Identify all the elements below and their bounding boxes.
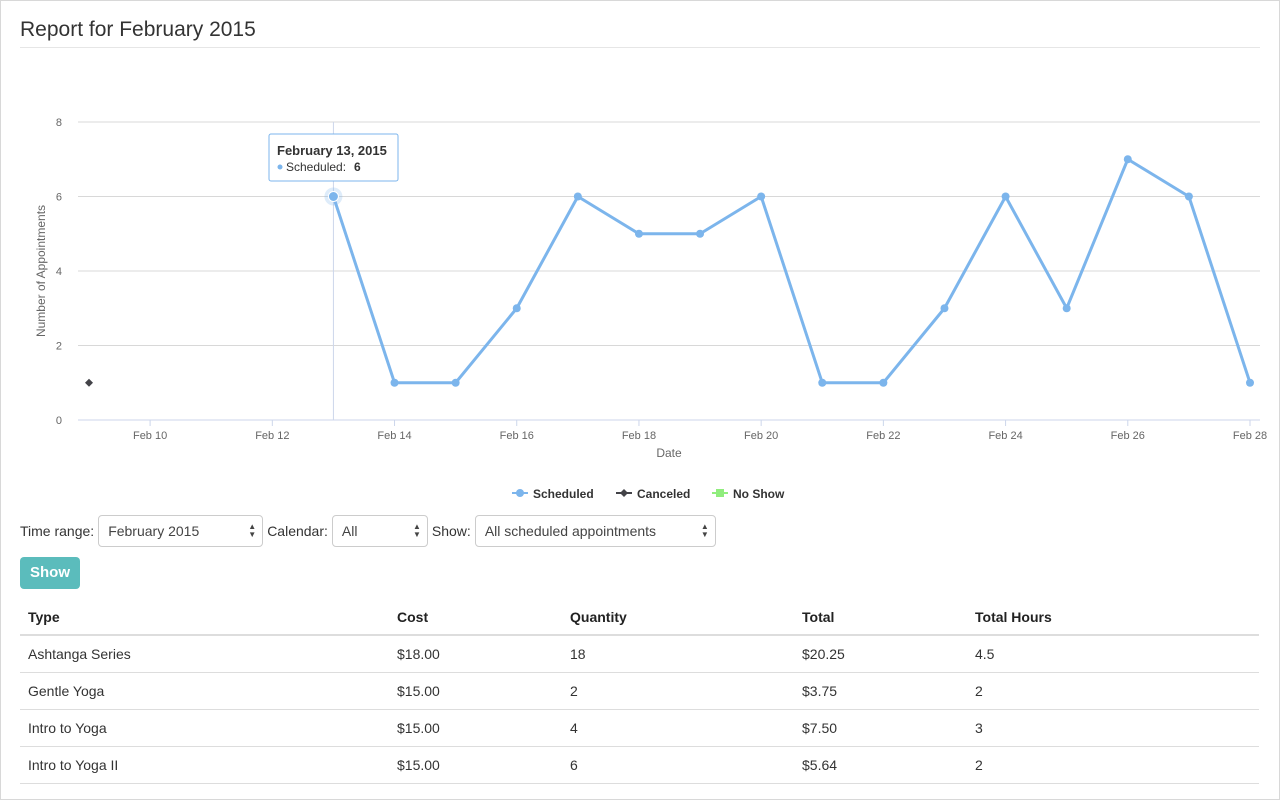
table-row: Gentle Yoga $15.00 2 $3.75 2 [20,672,1259,710]
scheduled-point [573,192,582,201]
cell-cost: $15.00 [389,709,562,747]
column-header-quantity: Quantity [562,600,794,636]
y-tick-label: 6 [56,192,62,204]
scheduled-point [818,378,827,387]
cell-quantity: 18 [562,635,794,673]
select-arrows-icon: ▲ ▼ [412,522,421,539]
legend-label: No Show [733,487,785,501]
chart-tooltip: February 13, 2015 Scheduled: 6 [268,133,399,182]
y-tick-label: 4 [56,266,62,278]
scheduled-point [1062,304,1071,313]
y-axis-title: Number of Appointments [34,205,48,337]
time-range-value: February 2015 [108,523,200,539]
cell-total-hours: 2 [967,672,1259,710]
x-tick-label: Feb 18 [622,430,656,442]
scheduled-point [512,304,521,313]
cell-total-hours: 4.5 [967,635,1259,673]
cell-cost: $18.00 [389,635,562,673]
x-tick-label: Feb 16 [500,430,534,442]
x-tick-label: Feb 14 [377,430,411,442]
column-header-type: Type [20,600,389,636]
legend-square-icon [716,489,724,497]
tooltip-date: February 13, 2015 [277,143,387,158]
cell-quantity: 2 [562,672,794,710]
scheduled-point [1184,192,1193,201]
x-tick-label: Feb 22 [866,430,900,442]
x-tick-label: Feb 10 [133,430,167,442]
cell-total: $5.64 [794,746,967,784]
x-tick-label: Feb 24 [988,430,1022,442]
cell-type: Intro to Yoga II [20,746,389,784]
report-filters: Time range: February 2015 ▲ ▼ Calendar: A… [20,514,720,548]
legend-item-canceled[interactable]: Canceled [616,487,690,501]
time-range-select[interactable]: February 2015 ▲ ▼ [98,515,264,547]
show-filter-label: Show: [431,523,471,539]
column-header-total: Total [794,600,967,636]
show-filter-value: All scheduled appointments [484,523,657,539]
scheduled-point [451,378,460,387]
calendar-label: Calendar: [267,523,328,539]
scheduled-point [757,192,766,201]
select-arrows-icon: ▲ ▼ [248,522,257,539]
table-row: Ashtanga Series $18.00 18 $20.25 4.5 [20,635,1259,673]
scheduled-point [1001,192,1010,201]
scheduled-point [390,378,399,387]
table-header-row: Type Cost Quantity Total Total Hours [20,600,1259,636]
calendar-value: All [341,523,358,539]
title-divider [20,47,1260,48]
legend-item-scheduled[interactable]: Scheduled [512,487,594,501]
cell-total-hours: 3 [967,709,1259,747]
legend-label: Canceled [637,487,690,501]
calendar-select[interactable]: All ▲ ▼ [331,515,428,547]
cell-type: Gentle Yoga [20,672,389,710]
cell-cost: $15.00 [389,746,562,784]
legend-label: Scheduled [533,487,594,501]
page-title: Report for February 2015 [20,18,256,41]
cell-type: Intro to Yoga [20,709,389,747]
cell-total: $7.50 [794,709,967,747]
cell-quantity: 4 [562,709,794,747]
select-arrows-icon: ▲ ▼ [700,522,709,539]
x-tick-label: Feb 28 [1233,430,1267,442]
x-axis-title: Date [656,446,682,460]
report-table: Type Cost Quantity Total Total Hours Ash… [20,600,1259,784]
cell-type: Ashtanga Series [20,635,389,673]
legend-diamond-icon [620,489,628,497]
scheduled-point [696,229,705,238]
tooltip-series-marker [277,164,283,170]
x-tick-label: Feb 12 [255,430,289,442]
column-header-cost: Cost [389,600,562,636]
scheduled-point [634,229,643,238]
legend-circle-icon [516,489,524,497]
scheduled-point [1123,155,1132,164]
table-row: Intro to Yoga II $15.00 6 $5.64 2 [20,746,1259,784]
cell-cost: $15.00 [389,672,562,710]
cell-total: $20.25 [794,635,967,673]
tooltip-value: 6 [354,160,361,174]
x-tick-label: Feb 26 [1111,430,1145,442]
time-range-label: Time range: [20,523,95,539]
scheduled-point [327,191,339,202]
cell-total-hours: 2 [967,746,1259,784]
show-filter-select[interactable]: All scheduled appointments ▲ ▼ [474,515,716,547]
legend-item-no-show[interactable]: No Show [712,487,785,501]
tooltip-series-label: Scheduled: [286,160,346,174]
show-button[interactable]: Show [20,557,80,589]
x-tick-label: Feb 20 [744,430,778,442]
y-tick-label: 2 [56,341,62,353]
y-tick-label: 0 [56,415,62,427]
cell-total: $3.75 [794,672,967,710]
column-header-total-hours: Total Hours [967,600,1259,636]
scheduled-point [940,304,949,313]
canceled-point [85,378,93,387]
y-tick-label: 8 [56,117,62,129]
table-row: Intro to Yoga $15.00 4 $7.50 3 [20,709,1259,747]
appointments-line-chart: 0 2 4 6 8 Feb 10 Feb 12 Feb 14 Feb 16 Feb 18 Feb 2… [34,117,1267,501]
scheduled-point [1246,378,1254,387]
cell-quantity: 6 [562,746,794,784]
scheduled-point [879,378,888,387]
